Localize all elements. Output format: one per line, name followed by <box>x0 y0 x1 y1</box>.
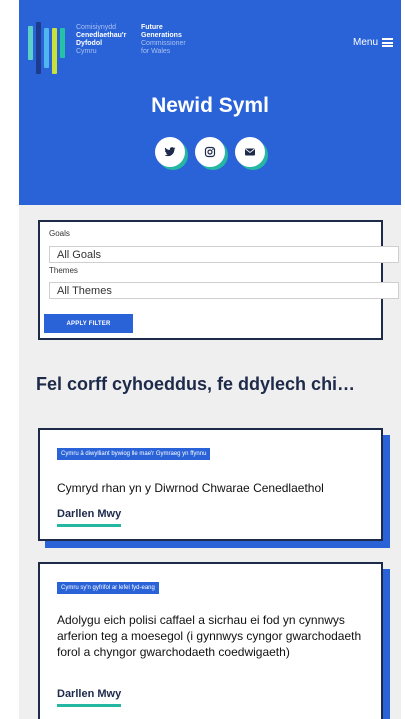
header: Comisiynydd Cenedlaethau'r Dyfodol Cymru… <box>19 0 401 205</box>
card: Cymru â diwylliant bywiog lle mae'r Gymr… <box>38 428 390 548</box>
page-frame: Comisiynydd Cenedlaethau'r Dyfodol Cymru… <box>19 0 401 719</box>
themes-select[interactable]: All Themes <box>49 282 399 299</box>
read-more-link[interactable]: Darllen Mwy <box>57 508 122 527</box>
card-body: Cymru sy'n gyfrifol ar lefel fyd-eang Ad… <box>38 562 383 719</box>
goals-select[interactable]: All Goals <box>49 246 399 263</box>
goals-label: Goals <box>49 229 70 238</box>
logo-text-welsh: Comisiynydd Cenedlaethau'r Dyfodol Cymru <box>76 24 127 55</box>
apply-filter-button[interactable]: APPLY FILTER <box>44 314 133 333</box>
site-logo[interactable]: Comisiynydd Cenedlaethau'r Dyfodol Cymru… <box>28 14 208 74</box>
twitter-icon <box>164 147 176 157</box>
social-links <box>19 137 401 167</box>
filter-panel: Goals All Goals Themes All Themes APPLY … <box>38 220 399 340</box>
email-button[interactable] <box>235 137 265 167</box>
card-tag[interactable]: Cymru â diwylliant bywiog lle mae'r Gymr… <box>57 448 211 460</box>
card-title[interactable]: Adolygu eich polisi caffael a sicrhau ei… <box>57 612 377 660</box>
card: Cymru sy'n gyfrifol ar lefel fyd-eang Ad… <box>38 562 390 719</box>
card-body: Cymru â diwylliant bywiog lle mae'r Gymr… <box>38 428 383 541</box>
card-tag[interactable]: Cymru sy'n gyfrifol ar lefel fyd-eang <box>57 582 159 594</box>
section-heading: Fel corff cyhoeddus, fe ddylech chi… <box>36 374 356 394</box>
themes-label: Themes <box>49 266 78 275</box>
hamburger-icon <box>382 38 393 47</box>
twitter-button[interactable] <box>155 137 185 167</box>
instagram-button[interactable] <box>195 137 225 167</box>
email-icon <box>245 148 255 156</box>
instagram-icon <box>204 146 216 158</box>
page-title: Newid Syml <box>151 94 269 117</box>
logo-bars-icon <box>28 14 68 74</box>
logo-text-english: Future Generations Commissioner for Wale… <box>141 24 186 55</box>
menu-label: Menu <box>352 37 378 48</box>
menu-button[interactable]: Menu <box>353 37 393 48</box>
read-more-link[interactable]: Darllen Mwy <box>57 688 122 707</box>
card-title[interactable]: Cymryd rhan yn y Diwrnod Chwarae Cenedla… <box>57 480 377 496</box>
